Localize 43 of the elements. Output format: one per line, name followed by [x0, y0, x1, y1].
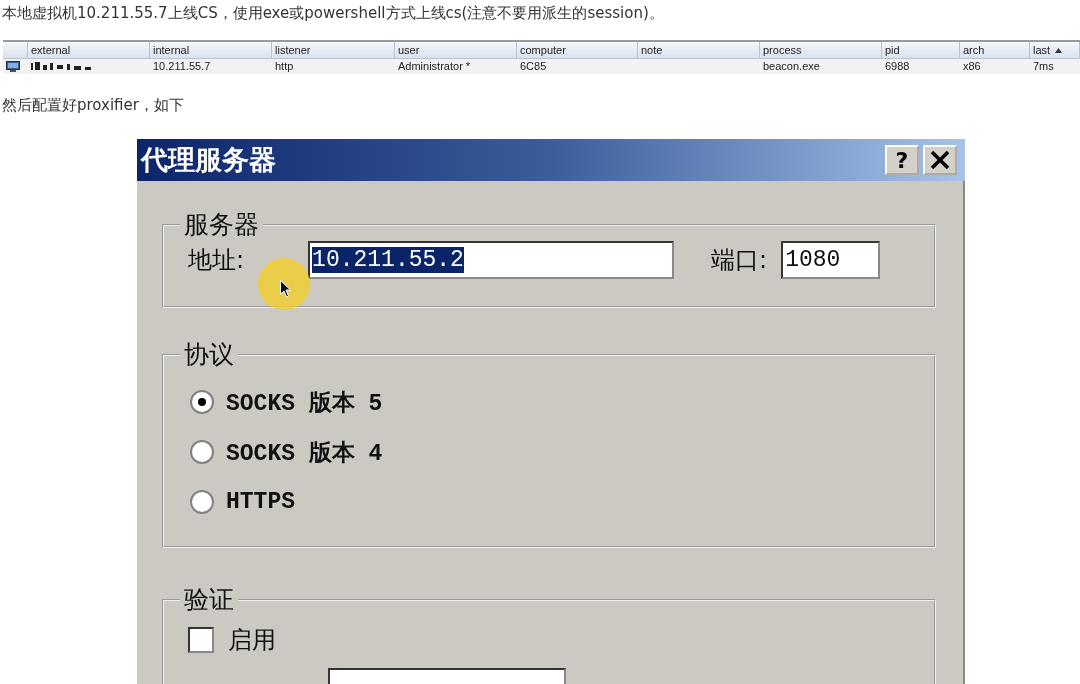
column-header[interactable]: listener — [272, 42, 395, 59]
column-header[interactable]: user — [395, 42, 517, 59]
table-cell: 6988 — [882, 59, 960, 74]
column-header[interactable]: computer — [517, 42, 638, 59]
address-label: 地址: — [188, 245, 245, 276]
column-header[interactable]: last — [1030, 42, 1080, 59]
close-button[interactable] — [923, 145, 957, 175]
radio-button[interactable] — [190, 440, 214, 464]
column-header[interactable]: process — [760, 42, 882, 59]
column-header[interactable]: external — [28, 42, 150, 59]
radio-label: HTTPS — [226, 489, 295, 515]
intro-paragraph: 本地虚拟机10.211.55.7上线CS，使用exe或powershell方式上线cs(注意不要用派生的session)。 — [2, 3, 665, 24]
note-paragraph: 然后配置好proxifier，如下 — [2, 95, 185, 116]
enable-checkbox[interactable] — [188, 627, 214, 653]
radio-button[interactable] — [190, 490, 214, 514]
column-header[interactable]: arch — [960, 42, 1030, 59]
pointer-icon — [280, 280, 291, 298]
table-cell: beacon.exe — [760, 59, 882, 74]
enable-label: 启用 — [228, 625, 276, 656]
group-legend: 验证 — [180, 583, 238, 616]
computer-icon — [6, 61, 20, 72]
column-header[interactable]: note — [638, 42, 760, 59]
help-button[interactable]: ? — [885, 145, 919, 175]
group-legend: 服务器 — [180, 208, 263, 241]
address-value: 10.211.55.2 — [312, 247, 464, 273]
table-cell: 10.211.55.7 — [150, 59, 272, 74]
column-header[interactable]: internal — [150, 42, 272, 59]
table-cell: x86 — [960, 59, 1030, 74]
port-label: 端口: — [711, 245, 768, 276]
close-icon — [930, 151, 950, 169]
table-cell: Administrator * — [395, 59, 517, 74]
cursor-highlight — [258, 258, 310, 310]
table-cell: 7ms — [1030, 59, 1080, 74]
group-legend: 协议 — [180, 338, 238, 371]
table-cell: 6C85 — [517, 59, 638, 74]
radio-button[interactable] — [190, 390, 214, 414]
radio-label: SOCKS 版本 5 — [226, 389, 383, 418]
dialog-title: 代理服务器 — [141, 143, 277, 177]
address-field[interactable]: 10.211.55.2 — [308, 241, 675, 279]
port-field[interactable]: 1080 — [781, 241, 881, 279]
column-header[interactable]: pid — [882, 42, 960, 59]
radio-label: SOCKS 版本 4 — [226, 439, 383, 468]
table-cell: http — [272, 59, 395, 74]
